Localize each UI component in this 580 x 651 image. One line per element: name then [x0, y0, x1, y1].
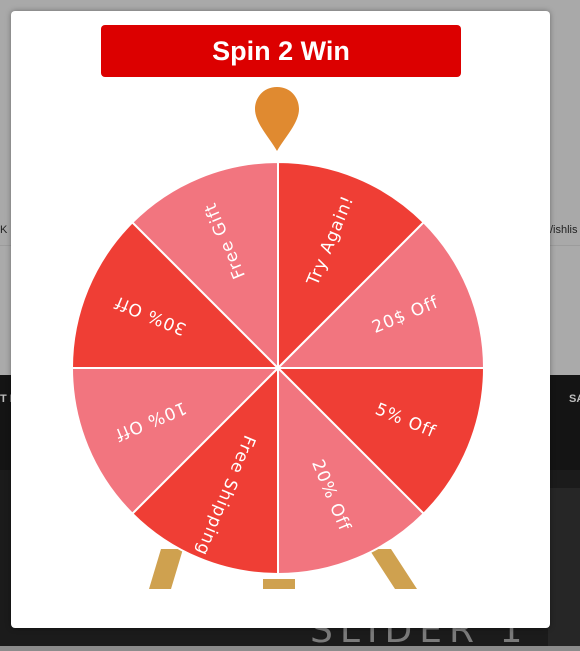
wheel-stand-leg: [369, 549, 417, 589]
spin-to-win-modal: Spin 2 Win Try Again! 20$ Off 5% Off 20% Of…: [11, 11, 550, 628]
prize-wheel-graphic: Try Again!20$ Off5% Off20% OffFree Shipp…: [70, 87, 486, 589]
background-wishlist-text: /ishlis: [550, 224, 578, 236]
background-hero-image: [548, 488, 580, 646]
prize-wheel[interactable]: Try Again!20$ Off5% Off20% OffFree Shipp…: [70, 160, 486, 576]
wheel-pointer-icon: [255, 87, 299, 151]
wheel-stand-leg: [149, 549, 183, 589]
pointer-drop: [255, 87, 299, 151]
wheel-stand-leg: [263, 579, 295, 589]
background-left-text: K: [0, 224, 8, 236]
background-nav-right: SA: [569, 393, 580, 405]
